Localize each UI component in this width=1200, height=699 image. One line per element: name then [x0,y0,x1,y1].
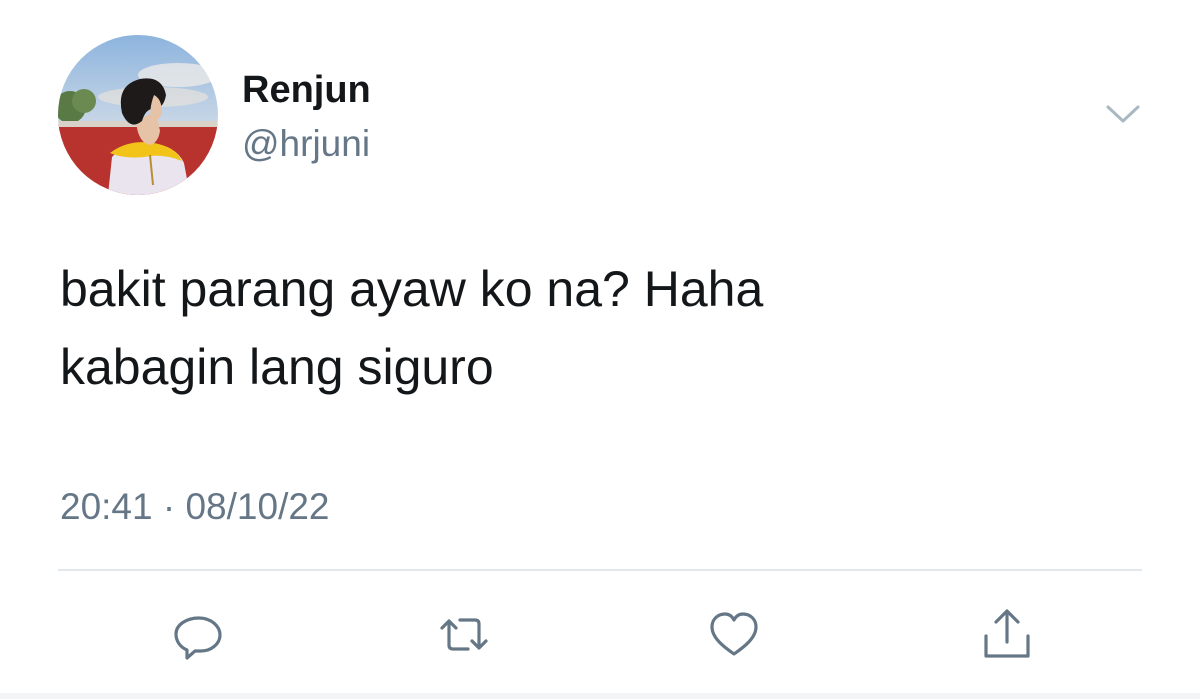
meta-separator: · [162,486,176,527]
display-name[interactable]: Renjun [242,68,371,112]
reply-icon [174,616,222,660]
avatar-photo [58,35,218,195]
tweet-text-line: kabagin lang siguro [60,339,494,395]
avatar[interactable] [58,35,218,195]
tweet-date: 08/10/22 [185,486,330,527]
user-handle[interactable]: @hrjuni [242,122,370,166]
share-button[interactable] [977,604,1037,664]
share-icon [984,609,1030,658]
retweet-icon [440,618,488,651]
tweet-timestamp[interactable]: 20:41 · 08/10/22 [60,484,330,530]
tweet-time: 20:41 [60,486,153,527]
bottom-divider [0,693,1200,699]
reply-button[interactable] [168,604,228,664]
like-button[interactable] [704,604,764,664]
tweet-text: bakit parang ayaw ko na? Haha kabagin la… [60,250,1140,406]
tweet-card: Renjun @hrjuni bakit parang ayaw ko na? … [0,0,1200,699]
retweet-button[interactable] [434,604,494,664]
tweet-text-line: bakit parang ayaw ko na? Haha [60,261,764,317]
heart-icon [710,612,758,656]
chevron-down-icon[interactable] [1100,96,1146,132]
divider [58,569,1142,571]
